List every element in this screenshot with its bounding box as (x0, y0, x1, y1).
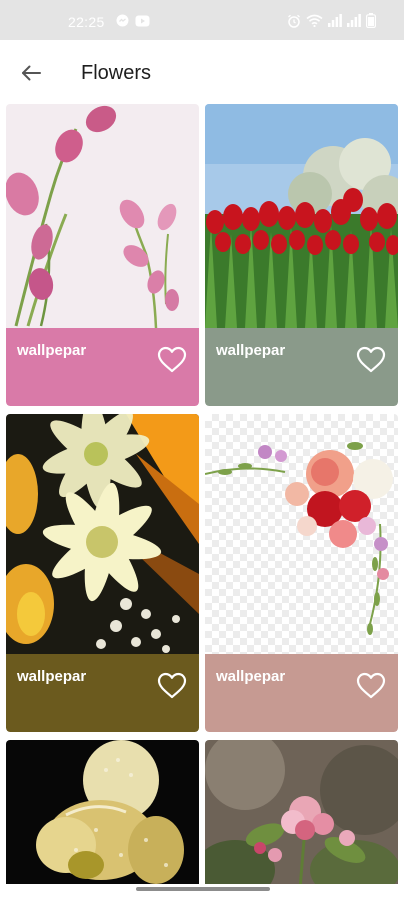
back-button[interactable] (18, 62, 46, 84)
wallpaper-card[interactable]: wallpepar (205, 104, 398, 406)
favorite-button[interactable] (157, 672, 187, 700)
page-title: Flowers (81, 62, 152, 84)
wallpaper-card[interactable]: wallpepar (6, 414, 199, 732)
card-title: wallpepar (216, 342, 286, 359)
messenger-icon (116, 14, 129, 32)
wallpaper-thumbnail (205, 740, 398, 884)
card-title: wallpepar (17, 342, 87, 359)
wallpaper-card[interactable] (205, 740, 398, 884)
card-footer: wallpepar (6, 328, 199, 406)
heart-icon (157, 672, 187, 704)
youtube-icon (135, 14, 150, 32)
card-title: wallpepar (216, 668, 286, 685)
wallpaper-card[interactable]: wallpepar (6, 104, 199, 406)
status-time: 22:25 (68, 14, 105, 30)
signal-icon-2 (347, 14, 361, 32)
favorite-button[interactable] (356, 346, 386, 374)
favorite-button[interactable] (356, 672, 386, 700)
wallpaper-thumbnail (205, 104, 398, 328)
favorite-button[interactable] (157, 346, 187, 374)
gesture-nav-handle[interactable] (136, 887, 270, 891)
heart-icon (356, 672, 386, 704)
wallpaper-card[interactable]: wallpepar (205, 414, 398, 732)
heart-icon (356, 346, 386, 378)
wallpaper-thumbnail (6, 414, 199, 654)
wallpaper-thumbnail (205, 414, 398, 654)
card-footer: wallpepar (205, 654, 398, 732)
battery-icon (366, 13, 377, 33)
wifi-icon (306, 14, 323, 32)
card-footer: wallpepar (205, 328, 398, 406)
wallpaper-grid: wallpepar wallpepar wallpepar wallpepar (0, 104, 404, 884)
arrow-back-icon (18, 65, 44, 88)
alarm-icon (287, 14, 301, 33)
card-title: wallpepar (17, 668, 87, 685)
signal-icon (328, 14, 342, 32)
wallpaper-thumbnail (6, 740, 199, 884)
heart-icon (157, 346, 187, 378)
wallpaper-thumbnail (6, 104, 199, 328)
wallpaper-card[interactable] (6, 740, 199, 884)
card-footer: wallpepar (6, 654, 199, 732)
status-bar: 22:25 (0, 0, 404, 40)
app-bar: Flowers (0, 40, 404, 104)
